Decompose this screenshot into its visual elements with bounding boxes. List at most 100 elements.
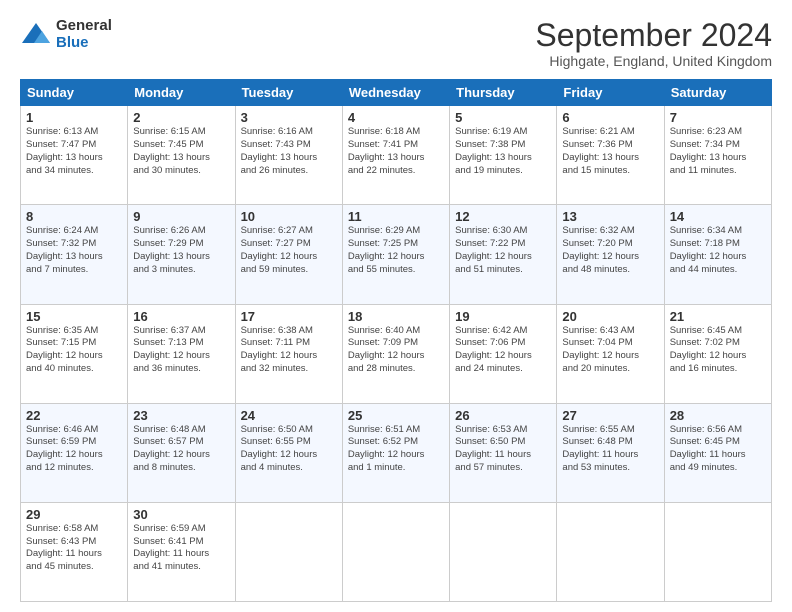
day-info: Sunrise: 6:40 AMSunset: 7:09 PMDaylight:… [348, 325, 444, 376]
day-number: 28 [670, 408, 766, 423]
day-info: Sunrise: 6:45 AMSunset: 7:02 PMDaylight:… [670, 325, 766, 376]
day-number: 22 [26, 408, 122, 423]
day-number: 29 [26, 507, 122, 522]
day-cell: 16Sunrise: 6:37 AMSunset: 7:13 PMDayligh… [128, 304, 235, 403]
day-cell [450, 502, 557, 601]
week-row-4: 22Sunrise: 6:46 AMSunset: 6:59 PMDayligh… [21, 403, 772, 502]
day-number: 13 [562, 209, 658, 224]
day-cell: 28Sunrise: 6:56 AMSunset: 6:45 PMDayligh… [664, 403, 771, 502]
day-cell: 9Sunrise: 6:26 AMSunset: 7:29 PMDaylight… [128, 205, 235, 304]
day-cell: 8Sunrise: 6:24 AMSunset: 7:32 PMDaylight… [21, 205, 128, 304]
day-number: 7 [670, 110, 766, 125]
month-title: September 2024 [535, 18, 772, 53]
day-info: Sunrise: 6:23 AMSunset: 7:34 PMDaylight:… [670, 126, 766, 177]
logo-general: General [56, 18, 112, 35]
day-info: Sunrise: 6:56 AMSunset: 6:45 PMDaylight:… [670, 424, 766, 475]
col-thursday: Thursday [450, 80, 557, 106]
day-cell: 29Sunrise: 6:58 AMSunset: 6:43 PMDayligh… [21, 502, 128, 601]
calendar-header-row: Sunday Monday Tuesday Wednesday Thursday… [21, 80, 772, 106]
day-info: Sunrise: 6:24 AMSunset: 7:32 PMDaylight:… [26, 225, 122, 276]
week-row-1: 1Sunrise: 6:13 AMSunset: 7:47 PMDaylight… [21, 106, 772, 205]
day-number: 21 [670, 309, 766, 324]
day-number: 9 [133, 209, 229, 224]
day-cell: 25Sunrise: 6:51 AMSunset: 6:52 PMDayligh… [342, 403, 449, 502]
day-cell: 26Sunrise: 6:53 AMSunset: 6:50 PMDayligh… [450, 403, 557, 502]
day-info: Sunrise: 6:50 AMSunset: 6:55 PMDaylight:… [241, 424, 337, 475]
day-info: Sunrise: 6:26 AMSunset: 7:29 PMDaylight:… [133, 225, 229, 276]
day-info: Sunrise: 6:27 AMSunset: 7:27 PMDaylight:… [241, 225, 337, 276]
day-number: 30 [133, 507, 229, 522]
day-number: 24 [241, 408, 337, 423]
week-row-2: 8Sunrise: 6:24 AMSunset: 7:32 PMDaylight… [21, 205, 772, 304]
day-cell: 7Sunrise: 6:23 AMSunset: 7:34 PMDaylight… [664, 106, 771, 205]
col-saturday: Saturday [664, 80, 771, 106]
day-number: 25 [348, 408, 444, 423]
col-sunday: Sunday [21, 80, 128, 106]
day-cell: 10Sunrise: 6:27 AMSunset: 7:27 PMDayligh… [235, 205, 342, 304]
day-info: Sunrise: 6:18 AMSunset: 7:41 PMDaylight:… [348, 126, 444, 177]
day-number: 15 [26, 309, 122, 324]
day-cell: 12Sunrise: 6:30 AMSunset: 7:22 PMDayligh… [450, 205, 557, 304]
day-cell: 20Sunrise: 6:43 AMSunset: 7:04 PMDayligh… [557, 304, 664, 403]
day-info: Sunrise: 6:30 AMSunset: 7:22 PMDaylight:… [455, 225, 551, 276]
day-cell: 6Sunrise: 6:21 AMSunset: 7:36 PMDaylight… [557, 106, 664, 205]
day-info: Sunrise: 6:46 AMSunset: 6:59 PMDaylight:… [26, 424, 122, 475]
day-info: Sunrise: 6:19 AMSunset: 7:38 PMDaylight:… [455, 126, 551, 177]
day-cell: 24Sunrise: 6:50 AMSunset: 6:55 PMDayligh… [235, 403, 342, 502]
day-info: Sunrise: 6:37 AMSunset: 7:13 PMDaylight:… [133, 325, 229, 376]
col-tuesday: Tuesday [235, 80, 342, 106]
day-cell: 15Sunrise: 6:35 AMSunset: 7:15 PMDayligh… [21, 304, 128, 403]
day-number: 10 [241, 209, 337, 224]
day-cell: 14Sunrise: 6:34 AMSunset: 7:18 PMDayligh… [664, 205, 771, 304]
day-number: 18 [348, 309, 444, 324]
day-info: Sunrise: 6:42 AMSunset: 7:06 PMDaylight:… [455, 325, 551, 376]
day-info: Sunrise: 6:48 AMSunset: 6:57 PMDaylight:… [133, 424, 229, 475]
day-number: 12 [455, 209, 551, 224]
day-number: 19 [455, 309, 551, 324]
day-cell: 21Sunrise: 6:45 AMSunset: 7:02 PMDayligh… [664, 304, 771, 403]
day-cell [235, 502, 342, 601]
day-cell: 23Sunrise: 6:48 AMSunset: 6:57 PMDayligh… [128, 403, 235, 502]
day-cell: 3Sunrise: 6:16 AMSunset: 7:43 PMDaylight… [235, 106, 342, 205]
day-info: Sunrise: 6:43 AMSunset: 7:04 PMDaylight:… [562, 325, 658, 376]
day-number: 27 [562, 408, 658, 423]
day-cell [664, 502, 771, 601]
day-cell: 11Sunrise: 6:29 AMSunset: 7:25 PMDayligh… [342, 205, 449, 304]
day-number: 4 [348, 110, 444, 125]
day-cell: 2Sunrise: 6:15 AMSunset: 7:45 PMDaylight… [128, 106, 235, 205]
day-info: Sunrise: 6:29 AMSunset: 7:25 PMDaylight:… [348, 225, 444, 276]
col-monday: Monday [128, 80, 235, 106]
day-cell: 4Sunrise: 6:18 AMSunset: 7:41 PMDaylight… [342, 106, 449, 205]
day-number: 3 [241, 110, 337, 125]
day-cell: 19Sunrise: 6:42 AMSunset: 7:06 PMDayligh… [450, 304, 557, 403]
logo-icon [20, 21, 52, 49]
logo-text: General Blue [56, 18, 112, 51]
day-info: Sunrise: 6:35 AMSunset: 7:15 PMDaylight:… [26, 325, 122, 376]
day-cell: 17Sunrise: 6:38 AMSunset: 7:11 PMDayligh… [235, 304, 342, 403]
col-friday: Friday [557, 80, 664, 106]
location: Highgate, England, United Kingdom [535, 53, 772, 69]
day-info: Sunrise: 6:34 AMSunset: 7:18 PMDaylight:… [670, 225, 766, 276]
day-info: Sunrise: 6:32 AMSunset: 7:20 PMDaylight:… [562, 225, 658, 276]
col-wednesday: Wednesday [342, 80, 449, 106]
day-info: Sunrise: 6:38 AMSunset: 7:11 PMDaylight:… [241, 325, 337, 376]
calendar-table: Sunday Monday Tuesday Wednesday Thursday… [20, 79, 772, 602]
day-info: Sunrise: 6:13 AMSunset: 7:47 PMDaylight:… [26, 126, 122, 177]
day-cell [342, 502, 449, 601]
day-number: 14 [670, 209, 766, 224]
day-info: Sunrise: 6:58 AMSunset: 6:43 PMDaylight:… [26, 523, 122, 574]
week-row-3: 15Sunrise: 6:35 AMSunset: 7:15 PMDayligh… [21, 304, 772, 403]
day-number: 23 [133, 408, 229, 423]
day-number: 6 [562, 110, 658, 125]
day-number: 26 [455, 408, 551, 423]
day-cell: 18Sunrise: 6:40 AMSunset: 7:09 PMDayligh… [342, 304, 449, 403]
day-number: 2 [133, 110, 229, 125]
day-number: 8 [26, 209, 122, 224]
day-number: 20 [562, 309, 658, 324]
day-cell: 13Sunrise: 6:32 AMSunset: 7:20 PMDayligh… [557, 205, 664, 304]
day-number: 16 [133, 309, 229, 324]
day-info: Sunrise: 6:21 AMSunset: 7:36 PMDaylight:… [562, 126, 658, 177]
day-cell [557, 502, 664, 601]
day-info: Sunrise: 6:53 AMSunset: 6:50 PMDaylight:… [455, 424, 551, 475]
logo-blue: Blue [56, 35, 112, 52]
